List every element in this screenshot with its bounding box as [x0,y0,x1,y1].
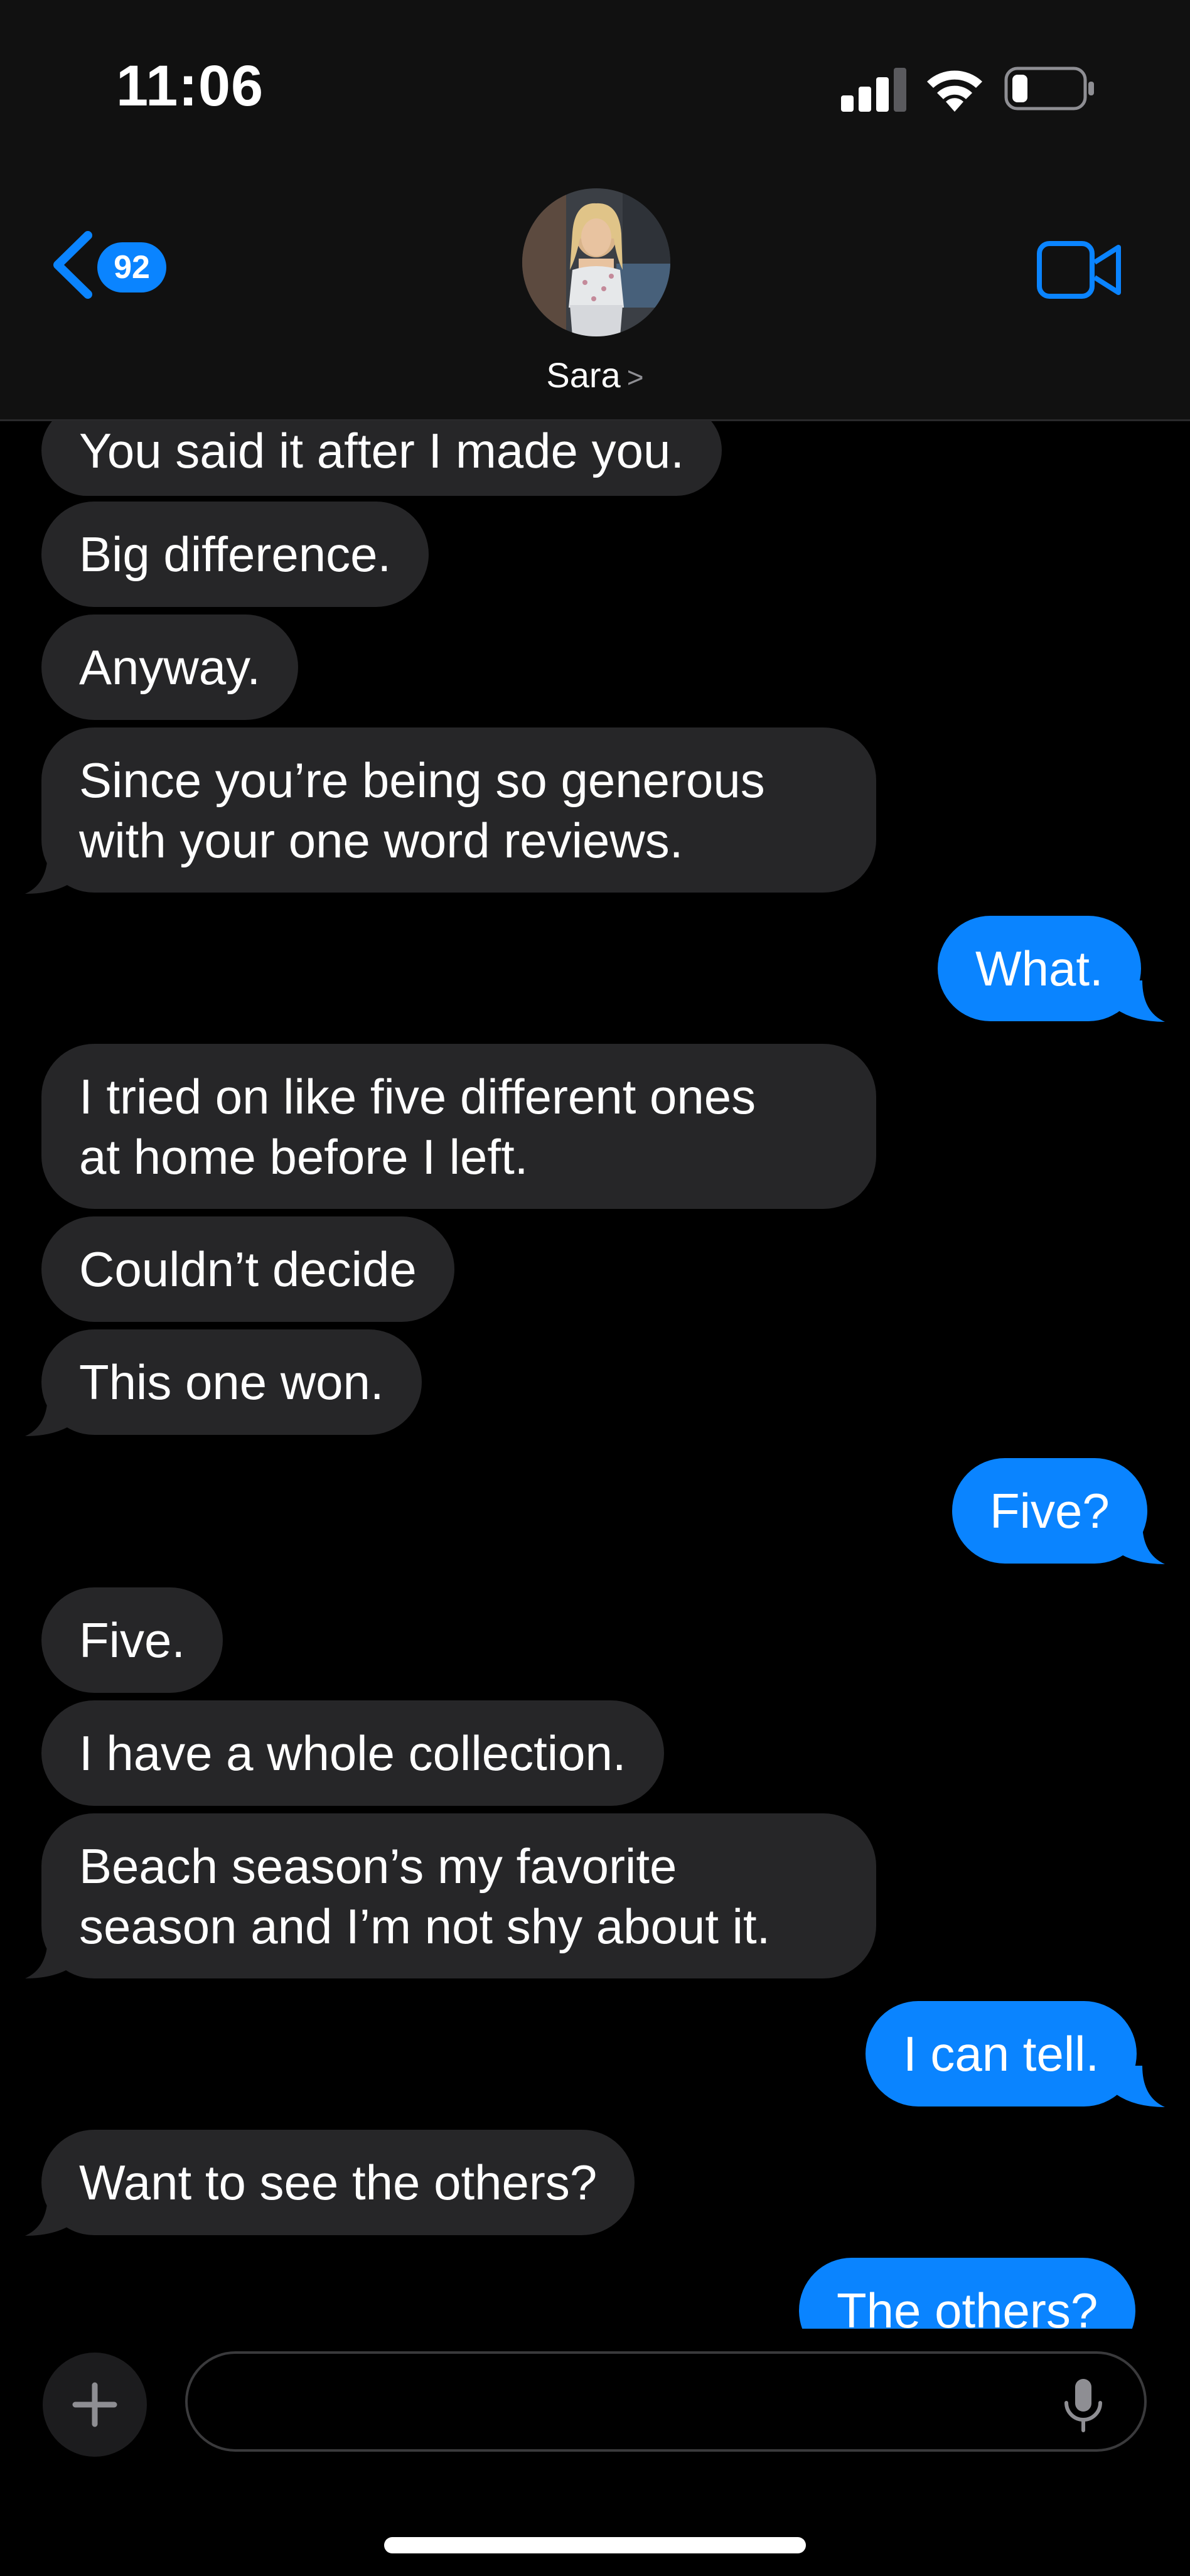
message-text-line: I tried on like five different ones [79,1069,756,1124]
message-bubble-incoming[interactable]: I have a whole collection. [41,1700,664,1806]
message-text-line: Since you’re being so generous [79,753,765,808]
message-bubble-outgoing[interactable]: What. [938,916,1141,1021]
message-bubble-incoming[interactable]: Anyway. [41,614,298,720]
bubble-tail-outgoing [1115,980,1165,1022]
bubble-tail-incoming [25,852,75,894]
cellular-signal-icon [841,68,906,112]
microphone-icon[interactable] [1055,2378,1112,2434]
wifi-icon [927,70,982,112]
message-text-line: Beach season’s my favorite [79,1838,677,1894]
message-text: This one won. [79,1355,384,1410]
message-bubble-incoming[interactable]: Want to see the others? [41,2130,635,2235]
message-text: Anyway. [79,640,260,695]
message-bubble-incoming[interactable]: Beach season’s my favorite season and I’… [41,1813,876,1978]
conversation-header: 92 Sara > [0,157,1190,421]
message-bubble-incoming[interactable]: Five. [41,1587,223,1693]
video-call-icon[interactable] [1037,239,1122,301]
unread-count-badge[interactable]: 92 [97,242,166,292]
message-text: I have a whole collection. [79,1725,626,1781]
back-chevron-icon[interactable] [49,230,99,299]
bubble-tail-incoming [25,1937,75,1978]
message-bubble-incoming[interactable]: Big difference. [41,502,429,607]
message-bubble-incoming[interactable]: I tried on like five different ones at h… [41,1044,876,1209]
plus-icon [72,2382,117,2427]
message-thread[interactable]: You said it after I made you. Big differ… [0,421,1190,2329]
bubble-tail-outgoing [1115,1523,1165,1564]
message-bubble-outgoing[interactable]: The others? [799,2258,1136,2329]
message-text: The others? [837,2283,1098,2329]
home-indicator [384,2537,806,2553]
status-time: 11:06 [116,54,264,118]
message-bubble-incoming[interactable]: Since you’re being so generous with your… [41,727,876,893]
compose-bar [0,2329,1190,2576]
bubble-tail-outgoing [1115,2066,1165,2107]
message-bubble-incoming[interactable]: This one won. [41,1329,422,1435]
message-text: You said it after I made you. [79,423,685,478]
message-text: Want to see the others? [79,2155,598,2210]
message-input[interactable] [185,2351,1147,2452]
contact-name-label: Sara [546,355,621,395]
message-text: Five. [79,1613,186,1668]
message-text: I can tell. [903,2026,1100,2081]
contact-chevron-icon: > [626,361,644,394]
bubble-tail-incoming [25,1395,75,1436]
message-text-line: with your one word reviews. [79,813,683,868]
message-text: Big difference. [79,527,392,582]
message-text: Five? [990,1483,1110,1538]
battery-icon [1004,67,1094,110]
message-bubble-incoming[interactable]: Couldn’t decide [41,1216,454,1322]
bubble-tail-incoming [25,2194,75,2236]
message-bubble-incoming[interactable]: You said it after I made you. [41,421,722,496]
contact-name[interactable]: Sara > [0,355,1190,395]
message-bubble-outgoing[interactable]: I can tell. [866,2001,1137,2106]
add-attachment-button[interactable] [43,2353,147,2457]
message-text-line: season and I’m not shy about it. [79,1899,771,1954]
contact-avatar[interactable] [522,188,670,336]
message-text: Couldn’t decide [79,1242,417,1297]
status-bar: 11:06 [0,0,1190,157]
message-text-line: at home before I left. [79,1129,528,1184]
message-text: What. [975,941,1103,996]
